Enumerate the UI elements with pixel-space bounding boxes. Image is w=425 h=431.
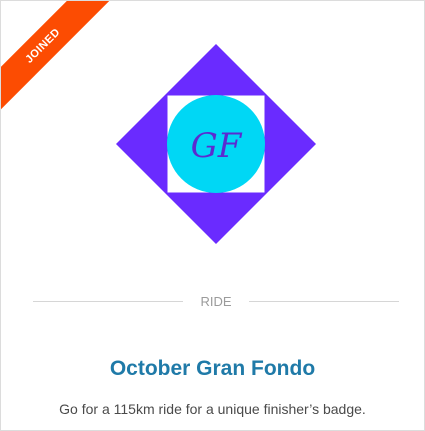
challenge-title[interactable]: October Gran Fondo xyxy=(1,357,424,381)
sport-divider: RIDE xyxy=(33,293,399,309)
divider-right xyxy=(248,300,399,302)
divider-left xyxy=(33,300,184,302)
sport-type-label: RIDE xyxy=(200,293,232,309)
challenge-card[interactable]: JOINED GF RIDE October Gran Fondo Go for… xyxy=(0,0,425,431)
joined-ribbon-container: JOINED xyxy=(1,1,111,111)
badge-monogram: GF xyxy=(191,126,243,166)
gran-fondo-badge-icon: GF xyxy=(115,43,317,245)
challenge-description: Go for a 115km ride for a unique finishe… xyxy=(59,401,366,417)
joined-ribbon: JOINED xyxy=(1,1,111,111)
gf-monogram-icon: GF xyxy=(191,126,243,166)
